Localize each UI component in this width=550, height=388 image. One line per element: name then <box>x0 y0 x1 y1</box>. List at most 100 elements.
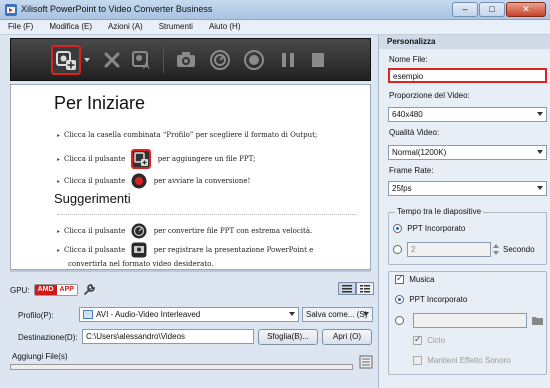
instruction-line: ▸ Clicca la casella combinata “Profilo” p… <box>57 131 317 139</box>
bullet-icon: ▸ <box>57 132 61 139</box>
music-file-option[interactable] <box>395 316 404 326</box>
radio-selected[interactable] <box>395 295 404 305</box>
menu-help[interactable]: Aiuto (H) <box>201 20 249 34</box>
timing-embedded-option[interactable]: PPT Incorporato <box>393 224 465 234</box>
add-dropdown-arrow-icon[interactable] <box>84 57 90 63</box>
record-screen-icon <box>131 242 147 258</box>
clear-list-button[interactable]: A <box>127 45 157 75</box>
section-divider <box>57 214 357 215</box>
chevron-down-icon <box>537 186 543 190</box>
detail-view-icon <box>360 284 370 292</box>
music-label: Musica <box>409 275 435 284</box>
music-checkbox-row[interactable]: Musica <box>395 273 435 285</box>
video-quality-label: Qualità Video: <box>389 128 440 137</box>
profile-select[interactable]: AVI - Audio-Video Interleaved <box>79 307 299 322</box>
minimize-button[interactable]: – <box>452 2 478 17</box>
title-bar: Xilisoft PowerPoint to Video Converter B… <box>0 0 550 20</box>
bullet-icon: ▸ <box>57 228 61 235</box>
video-size-value: 640x480 <box>392 110 423 119</box>
filename-input[interactable]: esempio <box>388 68 547 83</box>
slide-timing-group: Tempo tra le diapositive PPT Incorporato… <box>388 207 547 265</box>
svg-text:A: A <box>143 61 150 71</box>
music-embedded-option[interactable]: PPT Incorporato <box>395 295 468 305</box>
tips-heading: Suggerimenti <box>54 191 131 206</box>
menu-edit[interactable]: Modifica (E) <box>41 20 100 34</box>
gpu-label: GPU: <box>10 285 30 295</box>
save-as-button[interactable]: Salva come... (S) <box>302 307 373 322</box>
bullet-icon: ▸ <box>57 178 61 185</box>
profile-label: Profilo(P): <box>18 311 54 320</box>
video-format-icon <box>83 310 93 320</box>
folder-icon[interactable] <box>532 315 543 325</box>
loop-checkbox[interactable] <box>413 334 422 346</box>
video-quality-select[interactable]: Normal(1200K) <box>388 145 547 160</box>
video-quality-value: Normal(1200K) <box>392 148 447 157</box>
destination-field[interactable]: C:\Users\alessandro\Videos <box>82 329 254 344</box>
maximize-button[interactable]: □ <box>479 2 505 17</box>
tip-text: per convertire file PPT con estrema velo… <box>153 227 313 235</box>
keep-sound-checkbox-row[interactable]: Mantieni Effetto Sonoro <box>413 356 511 366</box>
clear-list-icon: A <box>132 51 150 71</box>
camera-icon <box>177 52 195 67</box>
snapshot-button[interactable] <box>171 45 201 75</box>
add-files-label: Aggiungi File(s) <box>12 352 68 361</box>
menu-tools[interactable]: Strumenti <box>151 20 201 34</box>
log-icon[interactable] <box>359 355 373 369</box>
destination-label: Destinazione(D): <box>18 333 78 342</box>
open-folder-button[interactable]: Apri (O) <box>322 329 372 345</box>
frame-rate-label: Frame Rate: <box>389 166 434 175</box>
pause-icon <box>282 53 294 67</box>
window-title: Xilisoft PowerPoint to Video Converter B… <box>21 4 213 14</box>
add-file-icon <box>56 51 76 70</box>
tip-text: Clicca il pulsante <box>64 246 126 254</box>
remove-button[interactable] <box>97 45 127 75</box>
seconds-spinner-icon[interactable] <box>492 242 500 257</box>
loop-checkbox-row[interactable]: Ciclo <box>413 334 446 346</box>
gpu-accelerate-button[interactable] <box>205 45 235 75</box>
video-size-select[interactable]: 640x480 <box>388 107 547 122</box>
tip-line: ▸ Clicca il pulsante per convertire file … <box>57 223 312 239</box>
instruction-line: ▸ Clicca il pulsante per avviare la conve… <box>57 173 250 189</box>
wrench-icon[interactable] <box>82 283 96 297</box>
toolbar-separator <box>163 47 164 73</box>
record-icon <box>244 50 264 70</box>
video-size-label: Proporzione del Video: <box>389 91 470 100</box>
frame-rate-select[interactable]: 25fps <box>388 181 547 196</box>
record-button[interactable] <box>239 45 269 75</box>
frame-rate-value: 25fps <box>392 184 412 193</box>
seconds-input[interactable]: 2 <box>407 242 491 257</box>
view-toggle <box>338 282 374 295</box>
browse-button[interactable]: Sfoglia(B)... <box>258 329 318 345</box>
menu-actions[interactable]: Azioni (A) <box>100 20 151 34</box>
amd-app-badge[interactable]: AMD APP <box>33 284 78 296</box>
horizontal-scrollbar[interactable] <box>10 270 371 272</box>
slide-timing-title: Tempo tra le diapositive <box>395 207 484 216</box>
keep-sound-checkbox[interactable] <box>413 356 422 366</box>
instruction-text: per aggiungere un file PPT; <box>157 155 256 163</box>
music-checkbox[interactable] <box>395 273 404 285</box>
save-as-label: Salva come... (S) <box>306 310 368 319</box>
timing-custom-option[interactable] <box>393 245 402 255</box>
menu-bar: File (F) Modifica (E) Azioni (A) Strumen… <box>0 20 550 35</box>
tip-text: Clicca il pulsante <box>64 227 126 235</box>
radio-unselected[interactable] <box>393 245 402 255</box>
seconds-label: Secondo <box>503 245 535 254</box>
stop-button[interactable] <box>303 45 333 75</box>
filename-label: Nome File: <box>389 55 428 64</box>
pause-button[interactable] <box>273 45 303 75</box>
add-file-button[interactable] <box>51 45 81 75</box>
list-view-button[interactable] <box>338 282 356 295</box>
music-file-input[interactable] <box>413 313 527 328</box>
close-button[interactable]: ✕ <box>506 2 546 17</box>
menu-file[interactable]: File (F) <box>0 20 41 34</box>
radio-unselected[interactable] <box>395 316 404 326</box>
detail-view-button[interactable] <box>356 282 374 295</box>
chevron-down-icon <box>537 150 543 154</box>
music-group: Musica PPT Incorporato Ciclo Mantieni Ef… <box>388 271 547 375</box>
instruction-text: Clicca il pulsante <box>64 177 126 185</box>
loop-label: Ciclo <box>427 336 446 345</box>
radio-selected[interactable] <box>393 224 402 234</box>
music-embedded-label: PPT Incorporato <box>409 295 468 304</box>
page-title: Per Iniziare <box>54 93 146 113</box>
profile-value: AVI - Audio-Video Interleaved <box>96 310 201 319</box>
